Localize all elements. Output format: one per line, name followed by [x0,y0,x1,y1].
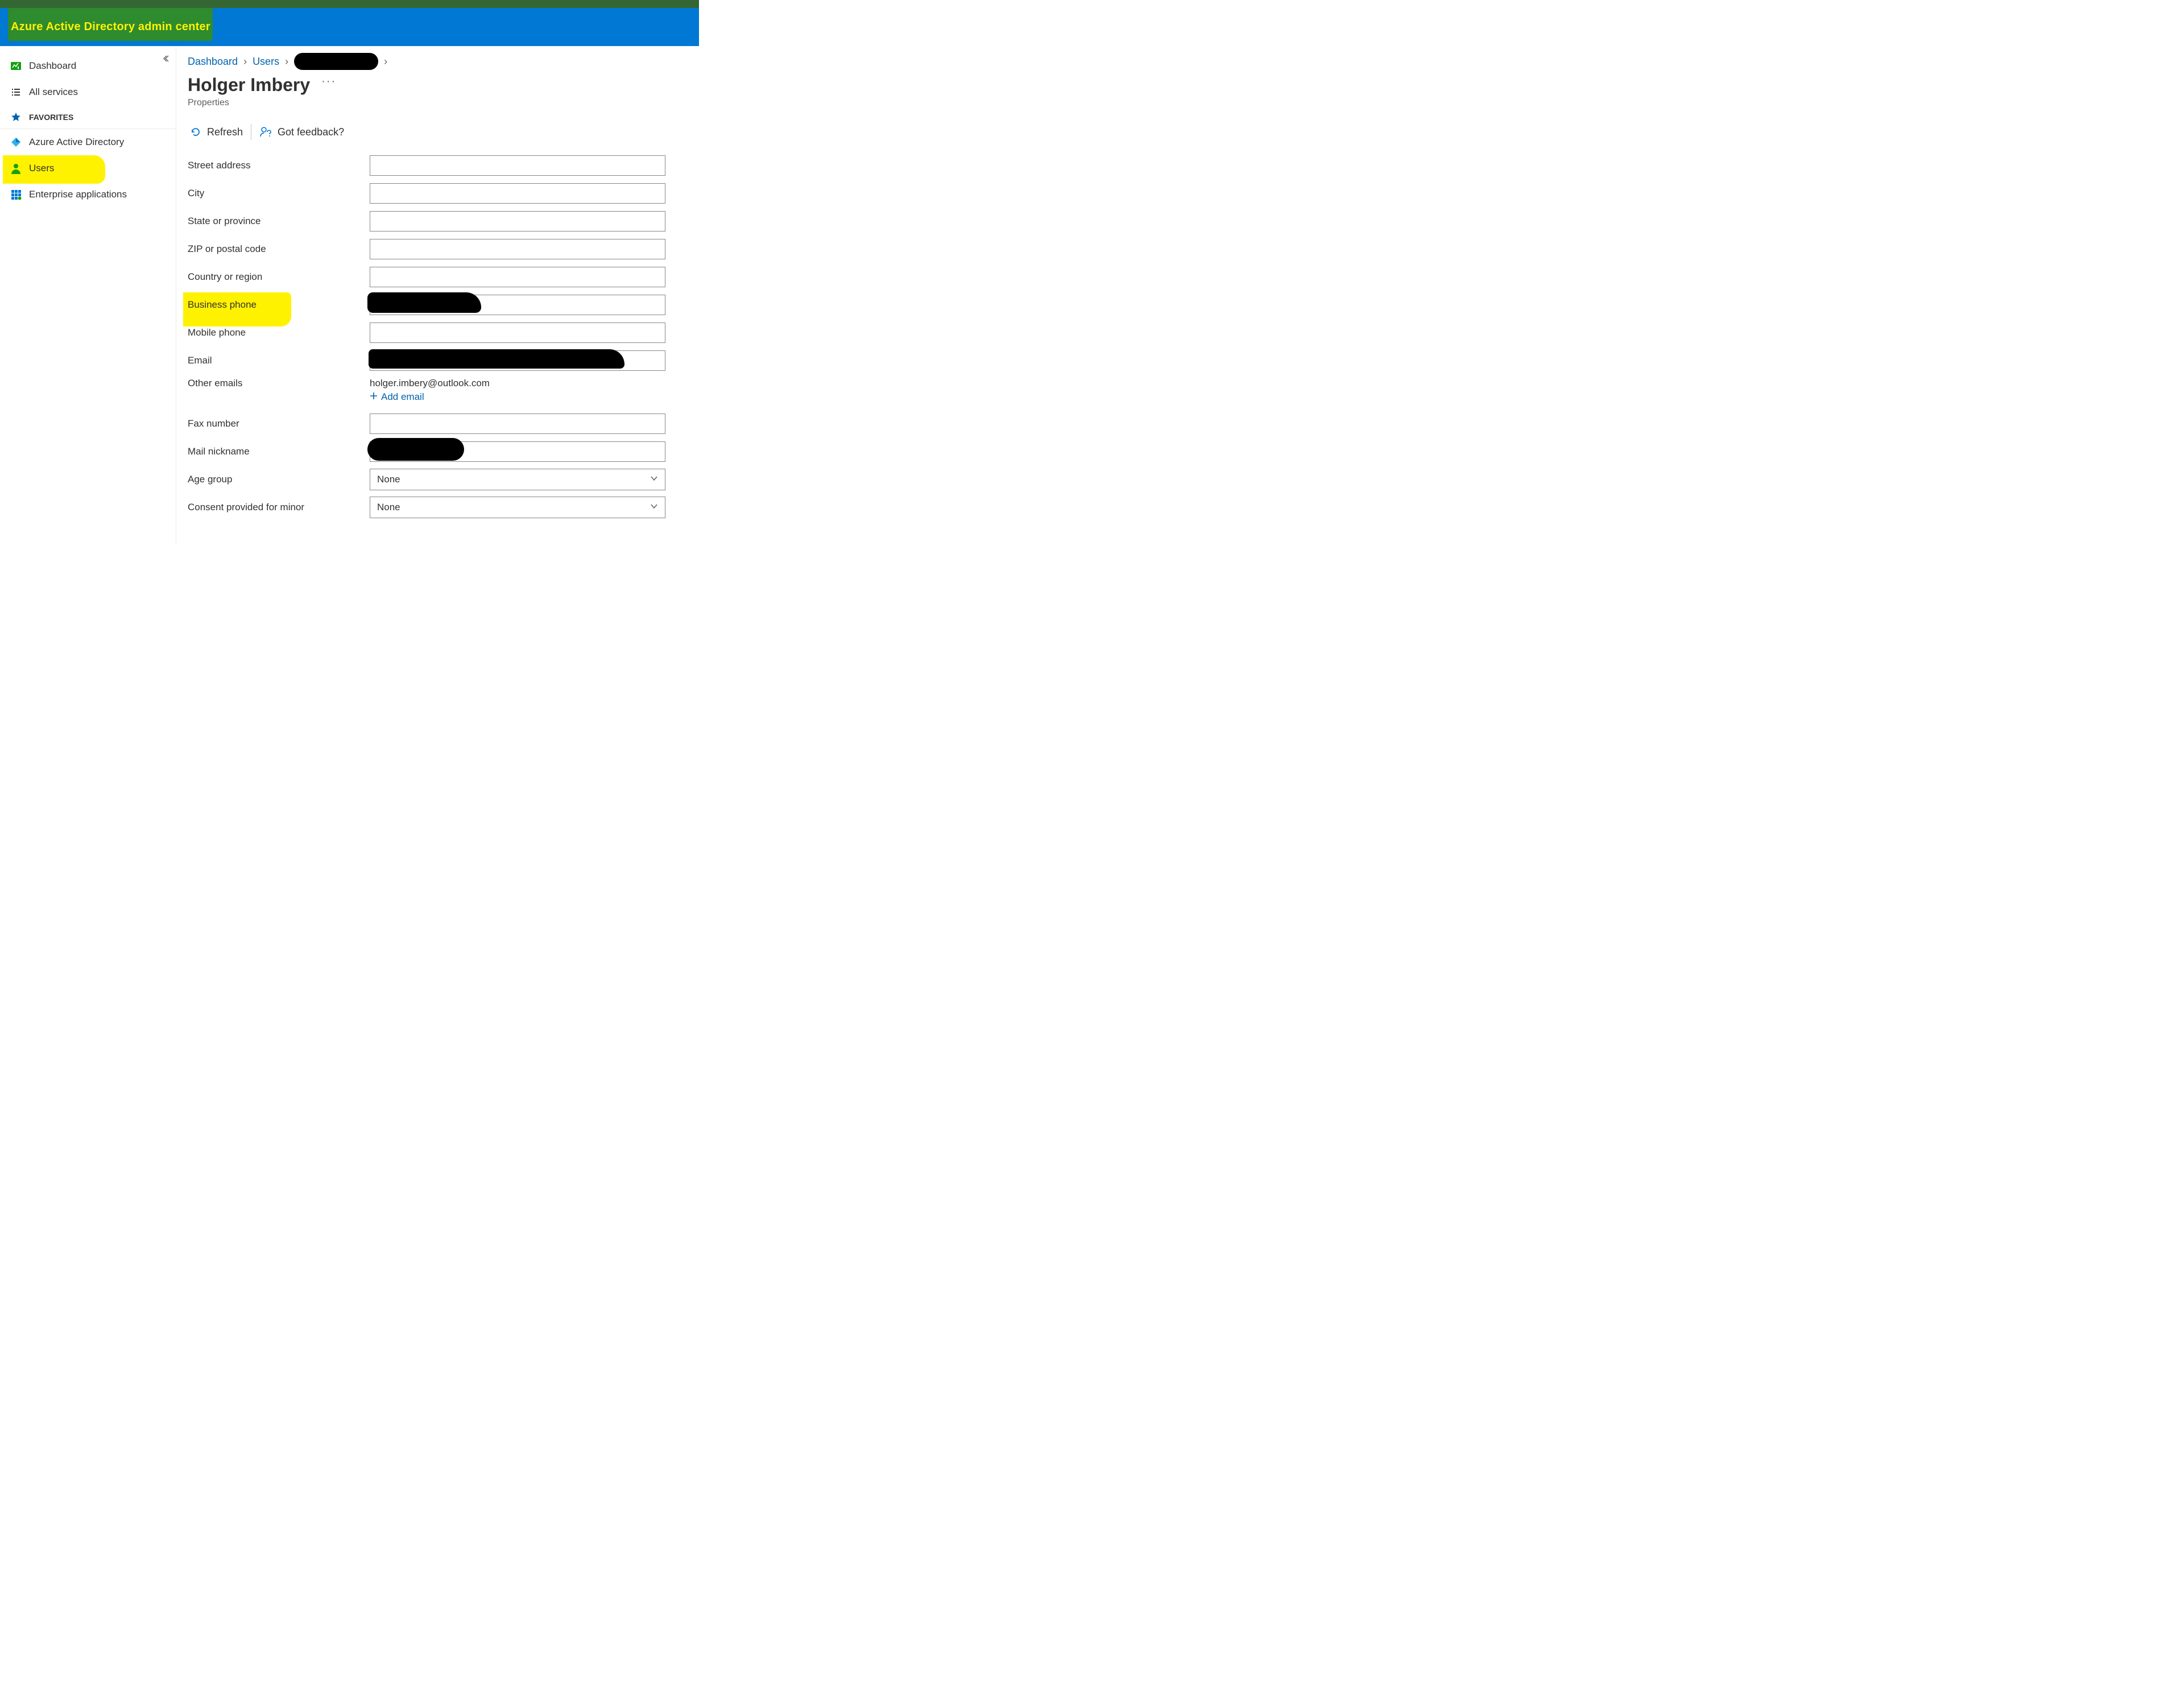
main-content: Dashboard › Users › › Holger Imbery ··· … [176,46,699,545]
label-zip: ZIP or postal code [188,243,370,255]
breadcrumb-sep-1: › [243,56,247,68]
add-email-link[interactable]: Add email [370,391,424,403]
label-state: State or province [188,216,370,227]
chevron-down-icon [650,502,658,513]
breadcrumb-sep-3: › [384,56,387,68]
user-icon [9,163,23,174]
sidebar-item-enterprise-apps[interactable]: Enterprise applications [0,181,176,208]
row-street-address: Street address [188,151,676,179]
label-business-phone: Business phone [188,299,257,310]
chevron-down-icon [650,474,658,485]
sidebar: Dashboard All services FAVORITES Azure A… [0,46,176,545]
sidebar-aad-label: Azure Active Directory [29,137,124,148]
label-fax: Fax number [188,418,370,429]
row-mobile-phone: Mobile phone [188,319,676,346]
row-email: Email [188,346,676,374]
page-subtitle: Properties [188,98,676,108]
sidebar-item-users[interactable]: Users [0,155,176,181]
page-title: Holger Imbery [188,75,310,96]
aad-diamond-icon [9,137,23,148]
breadcrumb-dashboard[interactable]: Dashboard [188,56,238,68]
row-city: City [188,179,676,207]
input-street-address[interactable] [370,155,665,176]
sidebar-enterprise-apps-label: Enterprise applications [29,189,127,200]
age-group-value: None [377,474,400,485]
sidebar-dashboard-label: Dashboard [29,60,76,72]
feedback-icon [259,126,272,138]
sidebar-item-aad[interactable]: Azure Active Directory [0,129,176,155]
command-bar: Refresh Got feedback? [188,118,676,148]
breadcrumb-redacted [294,53,378,70]
row-zip: ZIP or postal code [188,235,676,263]
row-mail-nickname: Mail nickname [188,437,676,465]
business-phone-redacted [367,292,481,313]
select-age-group[interactable]: None [370,469,665,490]
row-country: Country or region [188,263,676,291]
input-state[interactable] [370,211,665,232]
other-emails-value: holger.imbery@outlook.com [370,378,676,389]
feedback-button[interactable]: Got feedback? [259,126,344,138]
label-age-group: Age group [188,474,370,485]
sidebar-item-all-services[interactable]: All services [0,79,176,105]
row-consent: Consent provided for minor None [188,493,676,521]
refresh-icon [190,126,201,138]
refresh-button[interactable]: Refresh [190,126,243,138]
label-country: Country or region [188,271,370,283]
more-menu-button[interactable]: ··· [321,75,336,88]
select-consent[interactable]: None [370,497,665,518]
refresh-label: Refresh [207,126,243,138]
sidebar-favorites-header: FAVORITES [0,105,176,129]
sidebar-item-dashboard[interactable]: Dashboard [0,53,176,79]
consent-value: None [377,502,400,513]
input-fax[interactable] [370,414,665,434]
sidebar-all-services-label: All services [29,86,78,98]
top-bar: Azure Active Directory admin center [0,8,699,46]
label-street-address: Street address [188,160,370,171]
top-green-bar [0,0,699,8]
label-email: Email [188,355,370,366]
input-mobile-phone[interactable] [370,323,665,343]
row-state: State or province [188,207,676,235]
star-icon [9,112,23,122]
input-country[interactable] [370,267,665,287]
breadcrumb: Dashboard › Users › › [188,53,676,70]
label-mobile-phone: Mobile phone [188,327,370,338]
properties-form: Street address City State or province ZI… [188,151,676,521]
email-redacted [369,349,624,369]
label-mail-nickname: Mail nickname [188,446,370,457]
plus-icon [370,391,378,403]
sidebar-users-label: Users [29,163,54,174]
label-other-emails: Other emails [188,378,370,389]
sidebar-favorites-label: FAVORITES [29,113,73,122]
row-age-group: Age group None [188,465,676,493]
row-business-phone: Business phone [188,291,676,319]
breadcrumb-sep-2: › [285,56,288,68]
row-fax: Fax number [188,410,676,437]
add-email-label: Add email [381,391,424,403]
dashboard-icon [9,60,23,72]
row-other-emails: Other emails holger.imbery@outlook.com A… [188,374,676,410]
app-title: Azure Active Directory admin center [11,20,210,34]
apps-grid-icon [9,189,23,200]
mail-nickname-redacted [367,438,464,461]
input-city[interactable] [370,183,665,204]
list-icon [9,86,23,98]
input-zip[interactable] [370,239,665,259]
breadcrumb-users[interactable]: Users [253,56,279,68]
feedback-label: Got feedback? [278,126,344,138]
label-city: City [188,188,370,199]
label-consent: Consent provided for minor [188,502,370,513]
